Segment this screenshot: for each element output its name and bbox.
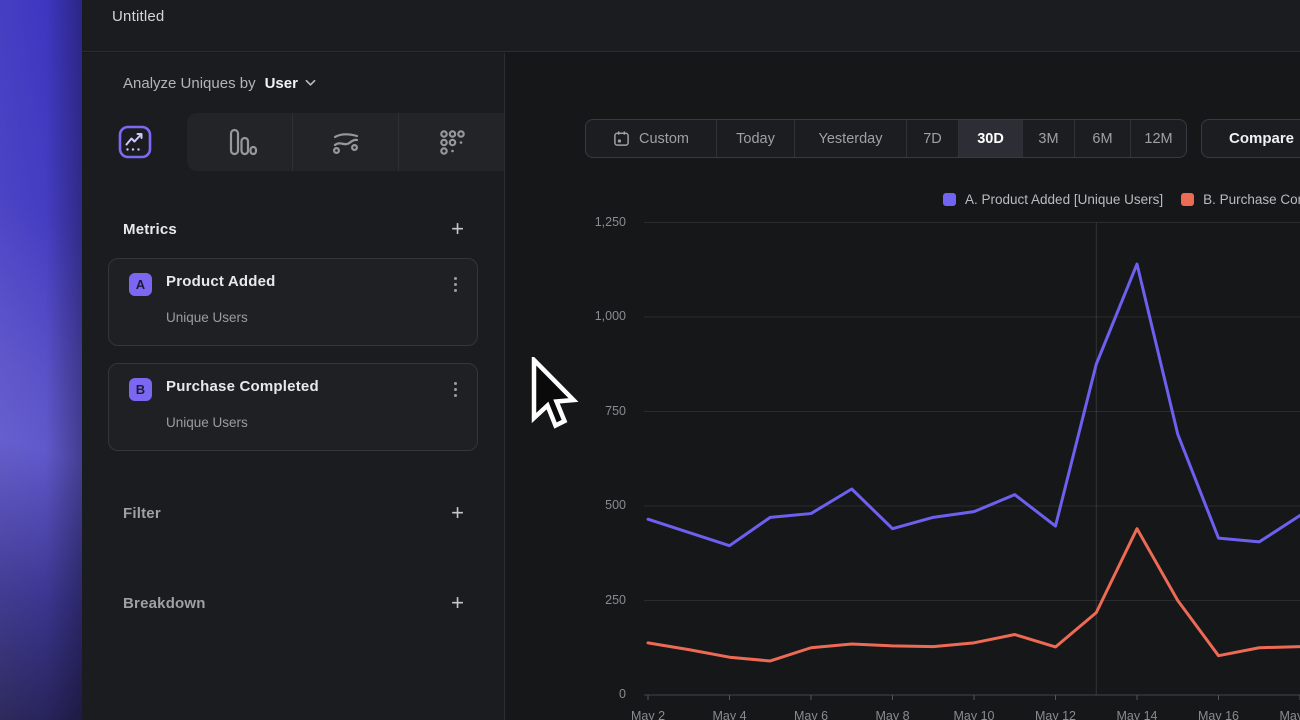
chart-type-tabbar — [82, 113, 504, 171]
metric-badge: B — [129, 378, 152, 401]
y-axis-label: 750 — [526, 404, 626, 418]
metric-name: Purchase Completed — [166, 378, 319, 395]
y-axis-label: 250 — [526, 593, 626, 607]
background-gradient — [0, 0, 82, 720]
add-filter-button[interactable]: + — [451, 503, 464, 523]
x-axis-label: May 10 — [954, 709, 995, 720]
add-breakdown-button[interactable]: + — [451, 593, 464, 613]
range-label: 3M — [1038, 131, 1058, 147]
date-range-selector: Custom Today Yesterday 7D 30D 3M 6M 12M — [585, 119, 1187, 158]
metric-name: Product Added — [166, 273, 276, 290]
metric-card-list: A Product Added Unique Users B Purchase Comp… — [108, 258, 478, 468]
range-button-12m[interactable]: 12M — [1130, 120, 1186, 157]
breakdown-header: Breakdown + — [123, 588, 464, 618]
breakdown-title: Breakdown — [123, 595, 206, 612]
chevron-down-icon[interactable] — [305, 74, 316, 92]
y-axis-label: 1,000 — [526, 309, 626, 323]
y-axis-label: 500 — [526, 498, 626, 512]
kebab-menu-icon[interactable] — [445, 382, 465, 397]
metric-measure[interactable]: Unique Users — [166, 310, 248, 325]
tab-flow[interactable] — [292, 113, 398, 171]
kebab-dot — [454, 289, 457, 292]
metrics-title: Metrics — [123, 221, 177, 238]
range-button-today[interactable]: Today — [716, 120, 794, 157]
kebab-menu-icon[interactable] — [445, 277, 465, 292]
tab-line-chart[interactable] — [118, 125, 152, 159]
series-line[interactable] — [648, 264, 1300, 546]
calendar-icon — [613, 130, 630, 147]
kebab-dot — [454, 382, 457, 385]
y-axis-label: 1,250 — [526, 215, 626, 229]
x-axis-label: May 12 — [1035, 709, 1076, 720]
range-button-30d[interactable]: 30D — [958, 120, 1022, 157]
range-label: 6M — [1092, 131, 1112, 147]
app-window: Untitled Analyze Uniques by User — [0, 0, 1300, 720]
filter-title: Filter — [123, 505, 161, 522]
range-label: Custom — [639, 131, 689, 147]
report-title[interactable]: Untitled — [112, 8, 164, 25]
y-axis-label: 0 — [526, 687, 626, 701]
range-button-6m[interactable]: 6M — [1074, 120, 1130, 157]
tab-dots-grid[interactable] — [398, 113, 504, 171]
range-button-custom[interactable]: Custom — [586, 120, 716, 157]
analyze-row: Analyze Uniques by User — [82, 53, 504, 113]
top-bar: Untitled — [82, 0, 1300, 52]
x-axis-label: May 18 — [1280, 709, 1300, 720]
kebab-dot — [454, 388, 457, 391]
filter-header: Filter + — [123, 498, 464, 528]
metrics-header: Metrics + — [123, 214, 464, 244]
metric-measure[interactable]: Unique Users — [166, 415, 248, 430]
range-button-7d[interactable]: 7D — [906, 120, 958, 157]
x-axis-label: May 2 — [631, 709, 665, 720]
range-button-yesterday[interactable]: Yesterday — [794, 120, 906, 157]
kebab-dot — [454, 277, 457, 280]
range-label: 7D — [923, 131, 942, 147]
range-button-3m[interactable]: 3M — [1022, 120, 1074, 157]
range-label: 30D — [977, 131, 1004, 147]
range-label: 12M — [1144, 131, 1172, 147]
x-axis-label: May 16 — [1198, 709, 1239, 720]
range-label: Yesterday — [819, 131, 883, 147]
metric-badge: A — [129, 273, 152, 296]
add-metric-button[interactable]: + — [451, 219, 464, 239]
line-chart[interactable] — [540, 205, 1300, 720]
range-label: Today — [736, 131, 775, 147]
x-axis-label: May 6 — [794, 709, 828, 720]
chart-panel: Custom Today Yesterday 7D 30D 3M 6M 12M Compare… — [505, 53, 1300, 720]
x-axis-label: May 8 — [875, 709, 909, 720]
compare-button[interactable]: Compare — [1201, 119, 1300, 158]
kebab-dot — [454, 283, 457, 286]
chart-type-tab-group — [187, 113, 504, 171]
analyze-value-dropdown[interactable]: User — [265, 75, 298, 92]
metric-card[interactable]: A Product Added Unique Users — [108, 258, 478, 346]
metric-card[interactable]: B Purchase Completed Unique Users — [108, 363, 478, 451]
query-sidebar: Analyze Uniques by User — [82, 53, 505, 720]
series-line[interactable] — [648, 529, 1300, 661]
x-axis-label: May 14 — [1117, 709, 1158, 720]
x-axis-label: May 4 — [712, 709, 746, 720]
tab-bar-chart[interactable] — [187, 113, 292, 171]
kebab-dot — [454, 394, 457, 397]
analyze-label: Analyze Uniques by — [123, 75, 256, 92]
